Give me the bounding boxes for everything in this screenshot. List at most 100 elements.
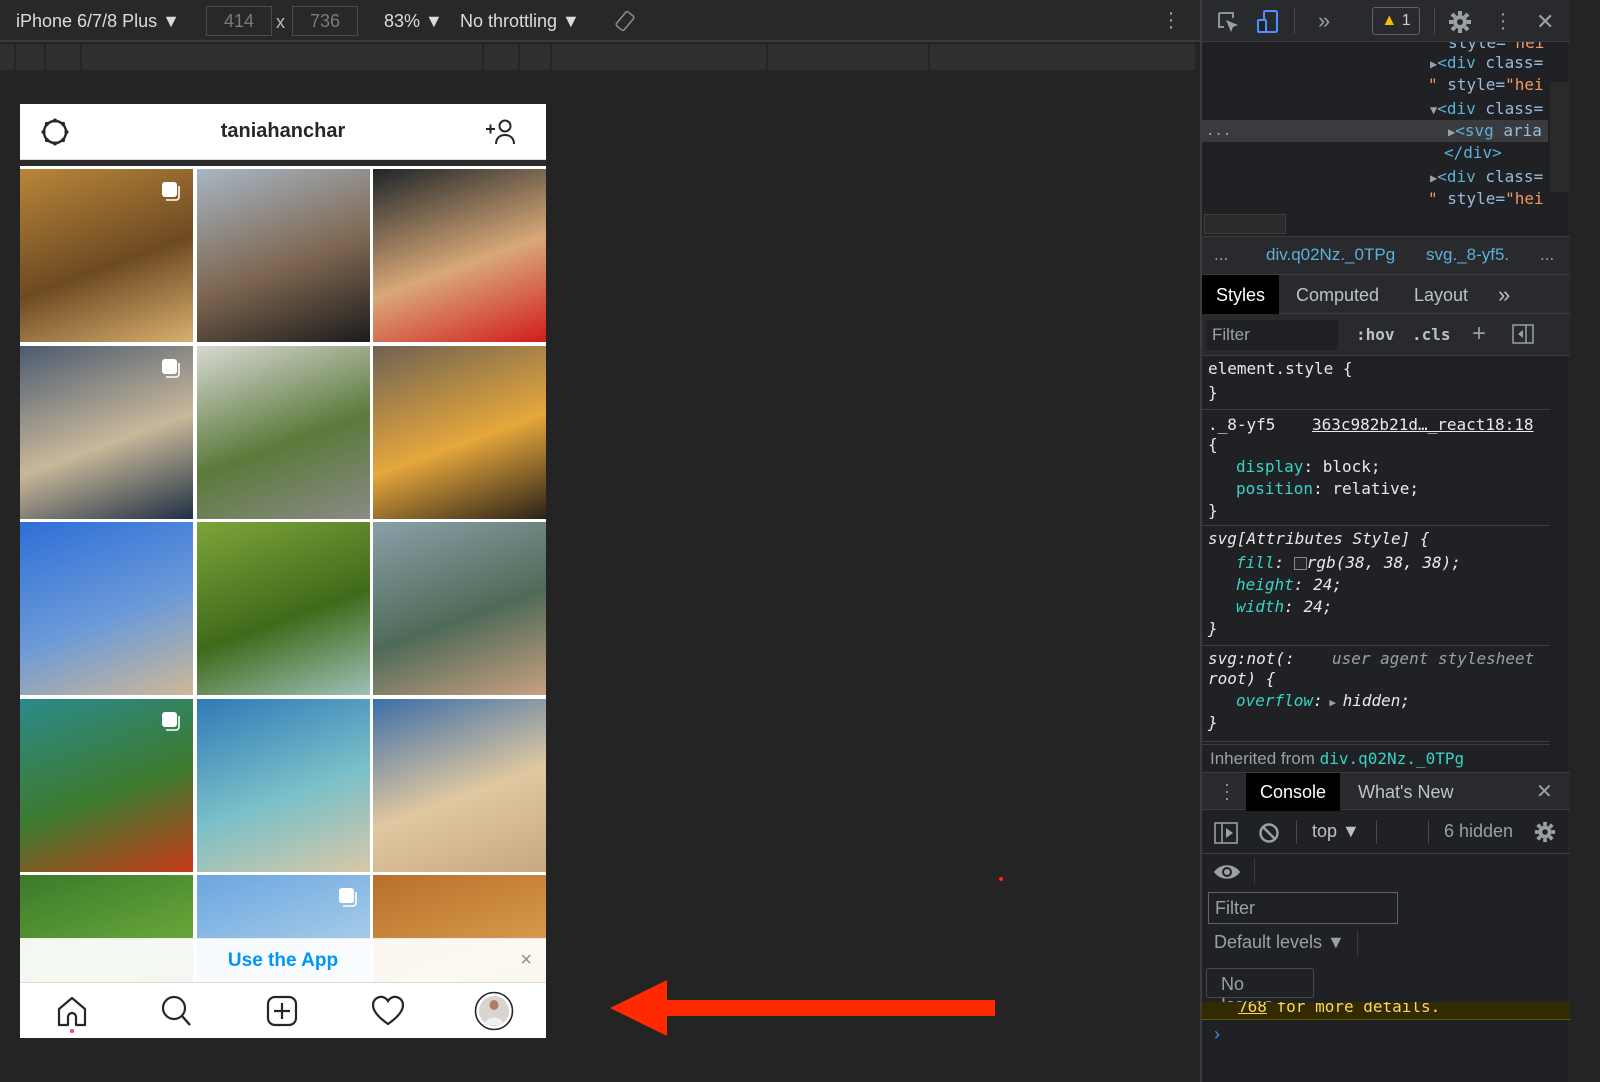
photo-tile-market-vegetables[interactable]: [20, 698, 193, 872]
console-settings-icon[interactable]: [1534, 821, 1556, 843]
clear-console-icon[interactable]: [1258, 822, 1280, 844]
photo-tile-beach-red-swimsuit[interactable]: [20, 522, 193, 695]
tab-styles[interactable]: Styles: [1202, 275, 1280, 315]
console-filter-input[interactable]: Filter: [1208, 892, 1398, 924]
toolbar-divider: [1428, 820, 1429, 844]
drawer-menu-icon[interactable]: · · ·: [1224, 775, 1230, 807]
dom-node-svg-selected[interactable]: ▶<svg aria: [1448, 120, 1542, 142]
activity-heart-icon[interactable]: [370, 993, 406, 1029]
photo-tile-selfie-red-sweater[interactable]: [373, 169, 546, 342]
previous-row-strip: [20, 160, 546, 166]
toolbar-divider: [1376, 820, 1377, 844]
tab-computed[interactable]: Computed: [1296, 275, 1379, 315]
more-tabs-icon[interactable]: »: [1318, 8, 1330, 34]
throttling-select[interactable]: No throttling ▼: [460, 11, 580, 32]
console-prompt[interactable]: ›: [1214, 1024, 1220, 1045]
tab-console[interactable]: Console: [1246, 773, 1341, 811]
inherited-from-link[interactable]: div.q02Nz._0TPg: [1320, 749, 1465, 768]
dom-vertical-scrollbar[interactable]: [1550, 82, 1570, 192]
photo-tile-rice-terrace-girl[interactable]: [196, 522, 370, 695]
breadcrumb-overflow[interactable]: ...: [1214, 245, 1228, 265]
warning-icon: ▲: [1381, 12, 1398, 29]
toolbar-divider: [1434, 8, 1435, 34]
multiple-photos-icon: [338, 888, 357, 907]
photo-tile-coffee-overlook[interactable]: [373, 522, 546, 695]
log-levels-select[interactable]: Default levels ▼: [1214, 932, 1345, 953]
issues-button[interactable]: No Issues: [1206, 968, 1314, 1015]
warnings-badge[interactable]: ▲ 1: [1372, 7, 1420, 35]
more-options-icon[interactable]: · · ·: [1164, 3, 1178, 37]
photo-tile-beach-girl-shallow-water[interactable]: [196, 698, 370, 872]
live-expression-eye-icon[interactable]: [1212, 862, 1242, 882]
console-sidebar-icon[interactable]: [1214, 822, 1238, 844]
device-select[interactable]: iPhone 6/7/8 Plus ▼: [16, 11, 180, 32]
rotate-icon[interactable]: [614, 10, 636, 32]
close-devtools-icon[interactable]: ✕: [1536, 9, 1554, 35]
photo-tile-vatican-gallery-ceiling[interactable]: [20, 169, 193, 342]
hover-state-toggle[interactable]: :hov: [1356, 325, 1395, 344]
new-post-icon[interactable]: [264, 993, 300, 1029]
settings-gear-icon[interactable]: [1448, 10, 1472, 34]
inherited-from-label: Inherited from div.q02Nz._0TPg: [1202, 744, 1550, 772]
color-swatch[interactable]: [1293, 557, 1307, 570]
breadcrumb-overflow-end[interactable]: ...: [1540, 245, 1554, 265]
toolbar-divider: [1294, 8, 1295, 34]
dom-node-expanded[interactable]: ▼<div class=: [1430, 98, 1543, 120]
width-input[interactable]: 414: [206, 6, 272, 36]
more-sidebar-tabs-icon[interactable]: »: [1498, 275, 1510, 315]
console-message-link[interactable]: 768: [1238, 1002, 1267, 1016]
toggle-sidebar-icon[interactable]: [1512, 324, 1534, 344]
dom-node-close[interactable]: </div>: [1444, 142, 1502, 164]
photo-tile-colosseum-through-window[interactable]: [196, 169, 370, 342]
element-style-rule[interactable]: element.style { }: [1202, 356, 1550, 410]
class-toggle[interactable]: .cls: [1412, 325, 1451, 344]
use-app-link[interactable]: Use the App: [20, 950, 546, 972]
stylesheet-source-link[interactable]: 363c982b21d…_react18:18: [1312, 414, 1534, 436]
bottom-tab-bar: [20, 982, 546, 1038]
home-icon[interactable]: [54, 993, 90, 1029]
media-query-ruler: [0, 44, 1195, 70]
toolbar-divider: [1254, 858, 1255, 884]
styles-filter-input[interactable]: Filter: [1206, 320, 1338, 350]
add-user-icon[interactable]: [484, 118, 516, 146]
new-rule-icon[interactable]: +: [1472, 320, 1486, 348]
profile-avatar[interactable]: [474, 991, 514, 1031]
devtools-panel: » ▲ 1 · · · ✕ ... style="hei ▶<div class= …: [1200, 0, 1570, 1082]
search-icon[interactable]: [158, 993, 194, 1029]
photo-tile-sunset-silhouette-couple[interactable]: [373, 345, 546, 519]
device-toggle-icon[interactable]: [1256, 10, 1280, 34]
close-drawer-icon[interactable]: ✕: [1536, 773, 1553, 811]
hidden-count: 6 hidden: [1444, 821, 1514, 841]
dom-node[interactable]: ▶<div class=: [1430, 166, 1543, 188]
photo-tile-beach-sand-men[interactable]: [373, 698, 546, 872]
dom-node[interactable]: ▶<div class=: [1430, 52, 1543, 74]
breadcrumb-item-div[interactable]: div.q02Nz._0TPg: [1266, 245, 1395, 265]
dimension-separator: x: [276, 12, 285, 32]
banner-close-button[interactable]: ×: [520, 949, 532, 972]
class-rule-8-yf5[interactable]: ._8-yf5 363c982b21d…_react18:18 { displa…: [1202, 410, 1550, 526]
elements-tree: ... style="hei ▶<div class= " style="hei…: [1202, 42, 1570, 236]
mobile-viewport: taniahanchar Use the App ×: [20, 104, 546, 1038]
devtools-menu-icon[interactable]: · · ·: [1498, 4, 1508, 38]
console-toolbar: top ▼ 6 hidden: [1202, 810, 1570, 854]
inspect-element-icon[interactable]: [1216, 10, 1240, 34]
context-select[interactable]: top ▼: [1312, 821, 1360, 842]
zoom-select[interactable]: 83% ▼: [384, 11, 443, 32]
devtools-toolbar: » ▲ 1 · · · ✕: [1202, 0, 1570, 42]
selected-node-marker[interactable]: ...: [1206, 120, 1231, 142]
breadcrumb-item-svg[interactable]: svg._8-yf5.: [1426, 245, 1509, 265]
tab-whats-new[interactable]: What's New: [1358, 773, 1453, 811]
photo-tile-cloudy-sunrise-lake[interactable]: [20, 345, 193, 519]
breadcrumb: ... div.q02Nz._0TPg svg._8-yf5. ...: [1202, 236, 1570, 274]
dom-horizontal-scrollbar[interactable]: [1204, 214, 1286, 234]
toolbar-divider: [1357, 930, 1358, 956]
svg-attributes-rule[interactable]: svg[Attributes Style] { fill: rgb(38, 38…: [1202, 526, 1550, 646]
photo-tile-cafe-terrace[interactable]: [196, 345, 370, 519]
drawer-tabs: · · · Console What's New ✕: [1202, 772, 1570, 811]
height-input[interactable]: 736: [292, 6, 358, 36]
device-toolbar: iPhone 6/7/8 Plus ▼ 414 x 736 83% ▼ No t…: [0, 0, 1200, 42]
user-agent-rule[interactable]: svg:not(: user agent stylesheet root) { …: [1202, 646, 1550, 742]
console-warning-message: 768 for more details.: [1202, 1002, 1570, 1020]
tab-layout[interactable]: Layout: [1414, 275, 1468, 315]
styles-pane: element.style { } ._8-yf5 363c982b21d…_r…: [1202, 356, 1550, 770]
